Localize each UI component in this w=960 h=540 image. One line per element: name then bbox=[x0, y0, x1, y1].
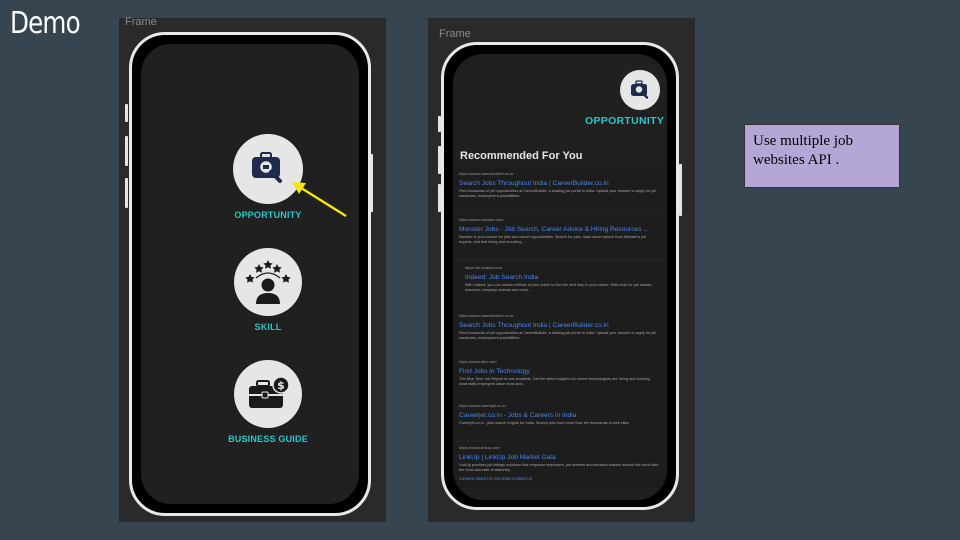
menu-business-label: BUSINESS GUIDE bbox=[228, 434, 308, 444]
result-title-link[interactable]: Find Jobs in Technology bbox=[459, 368, 659, 375]
result-title-link[interactable]: Indeed: Job Search India bbox=[465, 274, 659, 281]
right-phone: OPPORTUNITY Recommended For You https://… bbox=[441, 42, 679, 510]
result-snippet: Careerjet.co.in - jobs search engine for… bbox=[459, 421, 630, 425]
search-result[interactable]: https://www.careerjet.co.in Careerjet.co… bbox=[453, 400, 665, 440]
result-url: https://www.linkup.com bbox=[459, 445, 500, 450]
result-title-link[interactable]: Careerjet.co.in - Jobs & Careers in Indi… bbox=[459, 412, 659, 419]
left-phone: OPPORTUNITY SKILL $ BUSINESS GUIDE bbox=[129, 32, 371, 516]
result-url: https://www.monster.com bbox=[459, 217, 504, 222]
result-sitelinks[interactable]: Careers About Us Our Data Contact Us bbox=[459, 476, 659, 481]
result-title-link[interactable]: Search Jobs Throughout India | CareerBui… bbox=[459, 322, 659, 329]
menu-business-circle[interactable]: $ bbox=[234, 360, 302, 428]
result-title-link[interactable]: Search Jobs Throughout India | CareerBui… bbox=[459, 180, 659, 187]
result-snippet: Monster is your source for jobs and care… bbox=[459, 235, 647, 245]
result-snippet: LinkUp provides job listings solutions t… bbox=[459, 463, 659, 473]
search-result[interactable]: https://in.indeed.com Indeed: Job Search… bbox=[453, 262, 665, 308]
result-snippet: The Dice Tech Job Report is now availabl… bbox=[459, 377, 651, 387]
svg-text:$: $ bbox=[277, 379, 285, 392]
result-snippet: With Indeed, you can search millions of … bbox=[465, 283, 653, 293]
result-url: https://www.careerbuilder.co.in bbox=[459, 313, 514, 318]
result-title-link[interactable]: Monster Jobs - Job Search, Career Advice… bbox=[459, 226, 659, 233]
opportunity-logo[interactable] bbox=[620, 70, 660, 110]
menu-item-business-guide[interactable]: $ BUSINESS GUIDE bbox=[198, 360, 338, 444]
phone-side-button bbox=[125, 178, 128, 208]
search-result[interactable]: https://www.careerbuilder.co.in Search J… bbox=[453, 310, 665, 354]
section-title: Recommended For You bbox=[460, 150, 583, 162]
result-snippet: Find thousands of job opportunities at C… bbox=[459, 331, 657, 341]
left-frame: Frame OPPORTUNITY SKILL $ BUSINESS GUIDE bbox=[119, 16, 386, 522]
result-url: https://www.dice.com bbox=[459, 359, 497, 364]
left-phone-screen: OPPORTUNITY SKILL $ BUSINESS GUIDE bbox=[141, 44, 359, 504]
result-title-link[interactable]: LinkUp | LinkUp Job Market Data bbox=[459, 454, 659, 461]
result-url: https://www.careerjet.co.in bbox=[459, 403, 506, 408]
search-result[interactable]: https://www.linkup.com LinkUp | LinkUp J… bbox=[453, 442, 665, 488]
result-url: https://www.careerbuilder.co.in bbox=[459, 171, 514, 176]
phone-side-button bbox=[679, 164, 682, 216]
search-result[interactable]: https://www.dice.com Find Jobs in Techno… bbox=[453, 356, 665, 398]
opportunity-header-label: OPPORTUNITY bbox=[585, 115, 665, 127]
result-snippet: Find thousands of job opportunities at C… bbox=[459, 189, 657, 199]
right-frame-label: Frame bbox=[439, 28, 471, 40]
phone-side-button bbox=[125, 136, 128, 166]
slide-title: Demo bbox=[10, 6, 81, 41]
briefcase-search-icon bbox=[631, 80, 649, 99]
right-frame: Frame OPPORTUNITY Recommended For You ht… bbox=[428, 18, 695, 522]
menu-skill-circle[interactable] bbox=[234, 248, 302, 316]
api-note: Use multiple job websites API . bbox=[744, 124, 900, 188]
briefcase-dollar-icon: $ bbox=[249, 376, 290, 408]
pointer-arrow-icon bbox=[292, 182, 347, 218]
menu-item-skill[interactable]: SKILL bbox=[198, 248, 338, 332]
search-result[interactable]: https://www.careerbuilder.co.in Search J… bbox=[453, 168, 665, 208]
phone-side-button bbox=[125, 104, 128, 122]
search-result[interactable]: https://www.monster.com Monster Jobs - J… bbox=[453, 214, 665, 258]
menu-skill-label: SKILL bbox=[254, 322, 282, 332]
result-url: https://in.indeed.com bbox=[465, 265, 502, 270]
left-frame-label: Frame bbox=[125, 16, 157, 28]
person-stars-icon bbox=[245, 260, 291, 304]
right-phone-screen: OPPORTUNITY Recommended For You https://… bbox=[453, 54, 667, 500]
